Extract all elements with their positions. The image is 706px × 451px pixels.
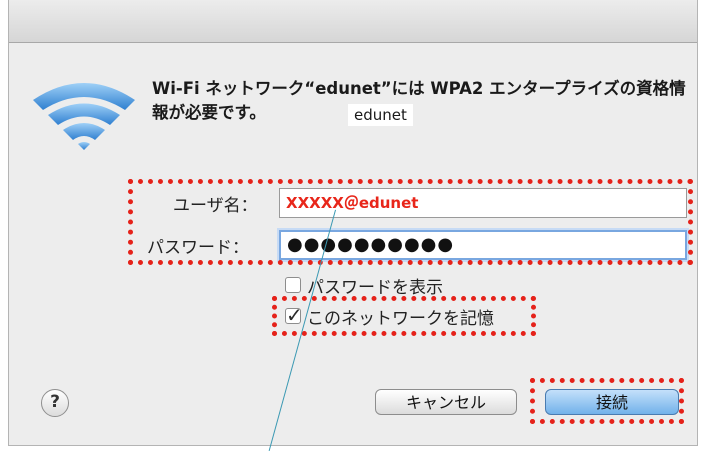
remember-network-label: このネットワークを記憶	[307, 309, 494, 329]
show-password-checkbox[interactable]	[285, 277, 301, 293]
help-icon: ?	[50, 392, 60, 412]
message-text: Wi-Fi ネットワーク“edunet”には WPA2 エンタープライズの資格情…	[152, 79, 686, 122]
title-bar	[9, 0, 697, 43]
checkmark-icon: ✓	[286, 303, 303, 327]
wifi-dialog: Wi-Fi ネットワーク“edunet”には WPA2 エンタープライズの資格情…	[8, 0, 698, 446]
cancel-button[interactable]: キャンセル	[375, 389, 517, 415]
help-button[interactable]: ?	[41, 389, 69, 417]
remember-network-checkbox[interactable]: ✓	[285, 303, 303, 327]
username-value: XXXXX＠edunet	[286, 194, 419, 212]
password-value: ●●●●●●●●●●	[287, 234, 455, 255]
ssid-overlay-text: edunet	[348, 104, 413, 126]
username-field[interactable]: XXXXX＠edunet	[279, 188, 687, 218]
wifi-icon	[33, 83, 135, 150]
password-label: パスワード：	[147, 238, 249, 258]
password-field[interactable]: ●●●●●●●●●●	[279, 230, 687, 260]
username-label: ユーザ名：	[173, 196, 258, 216]
dialog-message: Wi-Fi ネットワーク“edunet”には WPA2 エンタープライズの資格情…	[152, 77, 692, 126]
connect-button[interactable]: 接続	[545, 389, 679, 415]
show-password-label: パスワードを表示	[307, 278, 443, 298]
